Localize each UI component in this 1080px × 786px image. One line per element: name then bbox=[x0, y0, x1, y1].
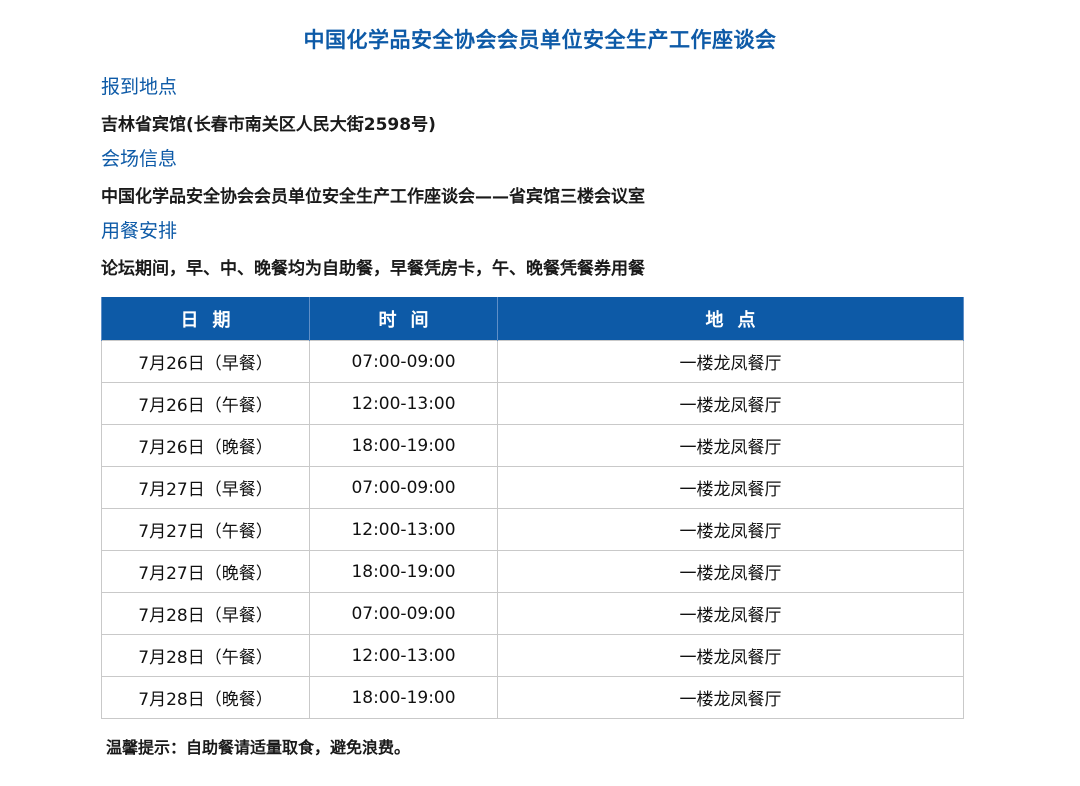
cell-time: 12:00-13:00 bbox=[309, 634, 498, 677]
cell-date: 7月26日（午餐） bbox=[101, 382, 310, 425]
cell-date: 7月28日（午餐） bbox=[101, 634, 310, 677]
cell-date: 7月27日（午餐） bbox=[101, 508, 310, 551]
meal-heading: 用餐安排 bbox=[101, 220, 178, 242]
header-time: 时间 bbox=[309, 297, 498, 341]
meal-text: 论坛期间，早、中、晚餐均为自助餐，早餐凭房卡，午、晚餐凭餐券用餐 bbox=[101, 259, 645, 279]
cell-time: 07:00-09:00 bbox=[309, 340, 498, 383]
cell-location: 一楼龙凤餐厅 bbox=[497, 676, 964, 719]
cell-date: 7月28日（晚餐） bbox=[101, 676, 310, 719]
table-row: 7月26日（早餐） 07:00-09:00 一楼龙凤餐厅 bbox=[101, 340, 964, 383]
cell-time: 07:00-09:00 bbox=[309, 466, 498, 509]
cell-location: 一楼龙凤餐厅 bbox=[497, 634, 964, 677]
table-row: 7月28日（午餐） 12:00-13:00 一楼龙凤餐厅 bbox=[101, 634, 964, 677]
meal-schedule-table-wrapper: 日期 时间 地点 7月26日（早餐） 07:00-09:00 一楼龙凤餐厅 7月26日… bbox=[101, 297, 964, 719]
page-title: 中国化学品安全协会会员单位安全生产工作座谈会 bbox=[303, 28, 777, 52]
table-row: 7月26日（午餐） 12:00-13:00 一楼龙凤餐厅 bbox=[101, 382, 964, 425]
table-row: 7月27日（早餐） 07:00-09:00 一楼龙凤餐厅 bbox=[101, 466, 964, 509]
cell-location: 一楼龙凤餐厅 bbox=[497, 424, 964, 467]
footer-note: 温馨提示：自助餐请适量取食，避免浪费。 bbox=[106, 738, 411, 757]
cell-location: 一楼龙凤餐厅 bbox=[497, 382, 964, 425]
cell-location: 一楼龙凤餐厅 bbox=[497, 466, 964, 509]
meal-schedule-table: 日期 时间 地点 7月26日（早餐） 07:00-09:00 一楼龙凤餐厅 7月26日… bbox=[101, 297, 964, 719]
cell-date: 7月27日（早餐） bbox=[101, 466, 310, 509]
cell-date: 7月27日（晚餐） bbox=[101, 550, 310, 593]
cell-date: 7月26日（早餐） bbox=[101, 340, 310, 383]
cell-time: 07:00-09:00 bbox=[309, 592, 498, 635]
table-row: 7月26日（晚餐） 18:00-19:00 一楼龙凤餐厅 bbox=[101, 424, 964, 467]
cell-date: 7月28日（早餐） bbox=[101, 592, 310, 635]
cell-time: 12:00-13:00 bbox=[309, 508, 498, 551]
venue-heading: 报到地点 bbox=[101, 76, 178, 98]
table-row: 7月28日（早餐） 07:00-09:00 一楼龙凤餐厅 bbox=[101, 592, 964, 635]
cell-date: 7月26日（晚餐） bbox=[101, 424, 310, 467]
table-body: 7月26日（早餐） 07:00-09:00 一楼龙凤餐厅 7月26日（午餐） 12:00… bbox=[101, 340, 964, 719]
cell-time: 12:00-13:00 bbox=[309, 382, 498, 425]
venue-text: 吉林省宾馆(长春市南关区人民大街2598号) bbox=[101, 115, 436, 135]
cell-time: 18:00-19:00 bbox=[309, 550, 498, 593]
cell-time: 18:00-19:00 bbox=[309, 424, 498, 467]
header-location: 地点 bbox=[497, 297, 964, 341]
table-row: 7月27日（晚餐） 18:00-19:00 一楼龙凤餐厅 bbox=[101, 550, 964, 593]
table-header-row: 日期 时间 地点 bbox=[101, 297, 964, 341]
cell-location: 一楼龙凤餐厅 bbox=[497, 550, 964, 593]
cell-location: 一楼龙凤餐厅 bbox=[497, 508, 964, 551]
table-row: 7月28日（晚餐） 18:00-19:00 一楼龙凤餐厅 bbox=[101, 676, 964, 719]
cell-time: 18:00-19:00 bbox=[309, 676, 498, 719]
header-date: 日期 bbox=[101, 297, 310, 341]
table-row: 7月27日（午餐） 12:00-13:00 一楼龙凤餐厅 bbox=[101, 508, 964, 551]
hall-text: 中国化学品安全协会会员单位安全生产工作座谈会——省宾馆三楼会议室 bbox=[101, 187, 645, 207]
hall-heading: 会场信息 bbox=[101, 148, 178, 170]
cell-location: 一楼龙凤餐厅 bbox=[497, 340, 964, 383]
cell-location: 一楼龙凤餐厅 bbox=[497, 592, 964, 635]
